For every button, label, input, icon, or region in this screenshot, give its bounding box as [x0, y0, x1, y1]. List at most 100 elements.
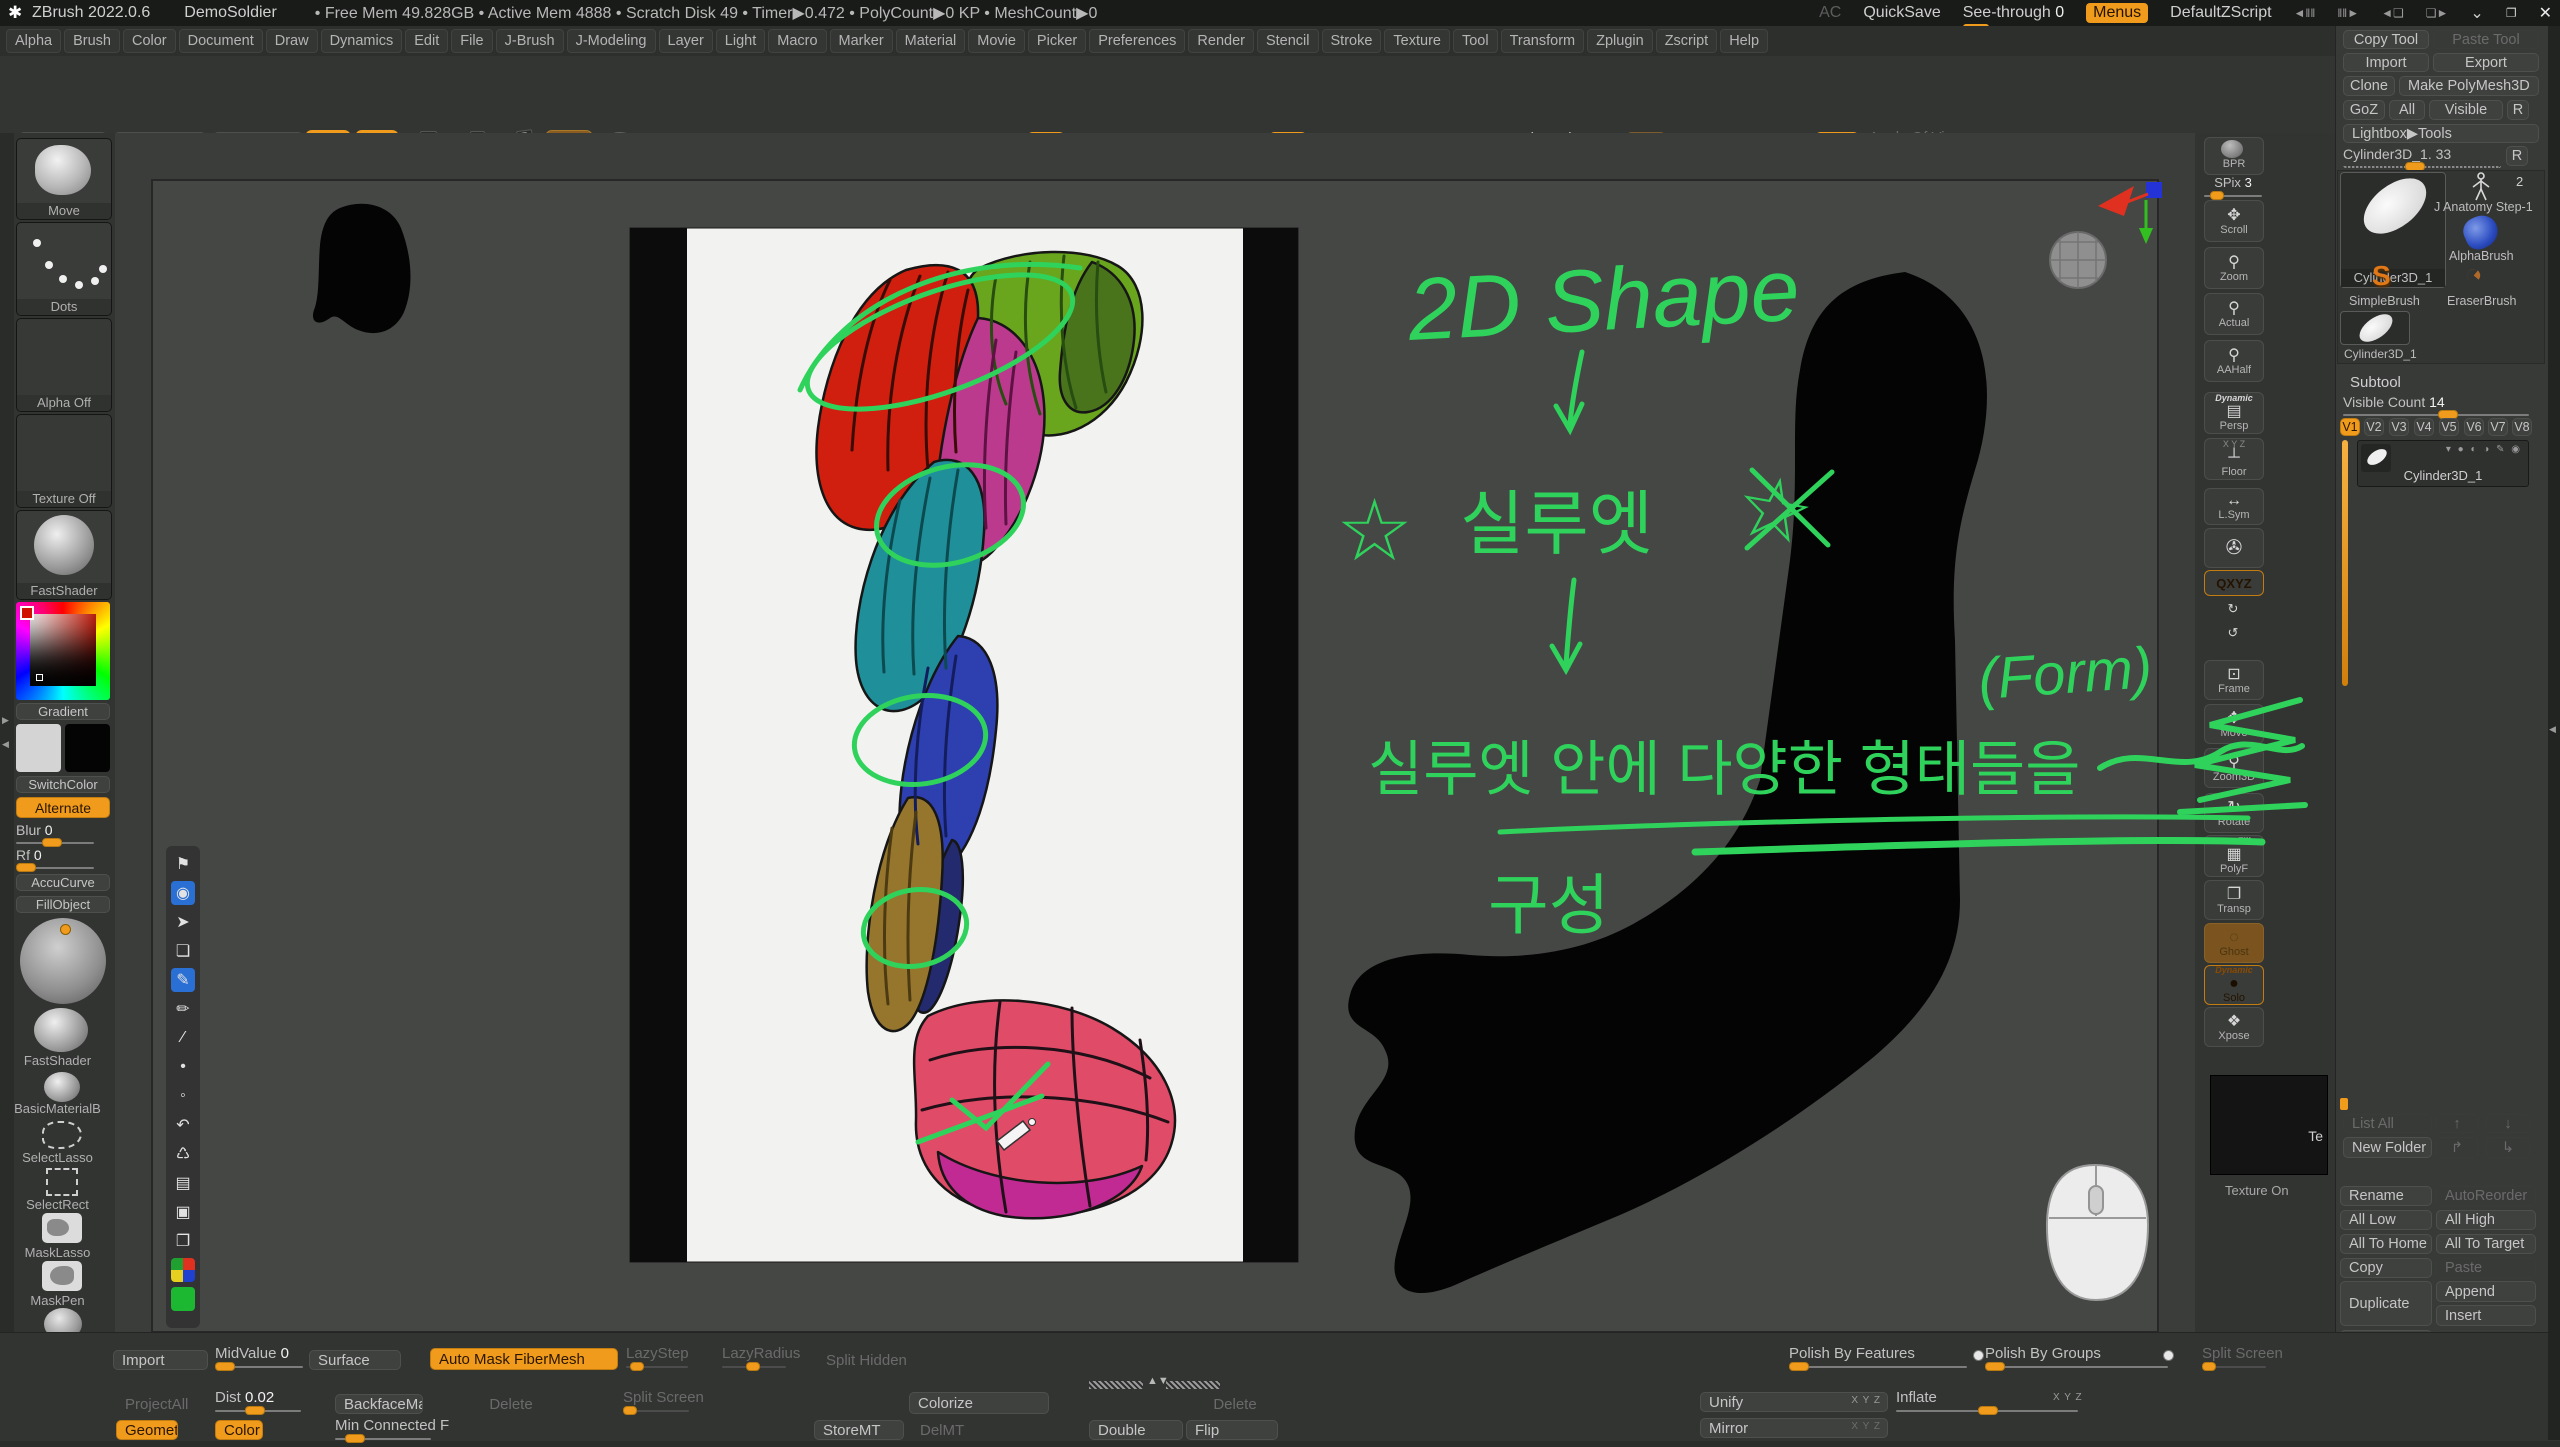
all-high-button[interactable]: All High — [2436, 1210, 2536, 1230]
goz-visible-button[interactable]: Visible — [2429, 100, 2503, 120]
subtool-tab-v2[interactable]: V2 — [2364, 418, 2384, 436]
lsym-button[interactable]: ↔L.Sym — [2204, 488, 2264, 525]
subtool-tab-v6[interactable]: V6 — [2464, 418, 2484, 436]
sculpt-canvas[interactable] — [115, 133, 2195, 1332]
menu-file[interactable]: File — [451, 29, 492, 53]
menu-alpha[interactable]: Alpha — [6, 29, 61, 53]
solo-button[interactable]: Dynamic●Solo — [2204, 965, 2264, 1005]
polish-groups-toggle[interactable] — [2163, 1350, 2174, 1361]
tool-slider[interactable]: Cylinder3D_1. 33 — [2343, 146, 2501, 168]
alternate-button[interactable]: Alternate — [16, 797, 110, 818]
lightbox-tools-button[interactable]: Lightbox▶Tools — [2343, 124, 2539, 143]
scroll-button[interactable]: ✥Scroll — [2204, 200, 2264, 242]
fillobject-button[interactable]: FillObject — [16, 896, 110, 913]
cursor-icon[interactable]: ➤ — [171, 910, 195, 934]
menus-button[interactable]: Menus — [2086, 3, 2148, 23]
eraserbrush-label[interactable]: EraserBrush — [2447, 294, 2516, 308]
auto-mask-fibermesh-button[interactable]: Auto Mask FiberMesh — [430, 1348, 618, 1370]
menu-marker[interactable]: Marker — [830, 29, 893, 53]
menu-zplugin[interactable]: Zplugin — [1587, 29, 1653, 53]
menu-draw[interactable]: Draw — [266, 29, 318, 53]
goz-button[interactable]: GoZ — [2343, 100, 2385, 120]
geometry-button[interactable]: Geometry — [116, 1420, 178, 1440]
undo-icon[interactable]: ↶ — [171, 1113, 195, 1137]
ghost-button[interactable]: ◌Ghost — [2204, 923, 2264, 963]
menu-layer[interactable]: Layer — [659, 29, 713, 53]
zoom3d-button[interactable]: ⚲Zoom3D — [2204, 748, 2264, 788]
simplebrush-label[interactable]: SimpleBrush — [2349, 294, 2420, 308]
floor-button[interactable]: X Y Z┴Floor — [2204, 438, 2264, 480]
menu-color[interactable]: Color — [123, 29, 176, 53]
selectrect-icon[interactable] — [46, 1168, 78, 1196]
bpr-button[interactable]: BPR — [2204, 137, 2264, 175]
import-tool-button[interactable]: Import — [2343, 53, 2429, 72]
stroke-thumb-dots[interactable]: Dots — [16, 222, 112, 316]
polyframe-button[interactable]: Line Fill▦PolyF — [2204, 835, 2264, 877]
trash-icon[interactable]: ♺ — [171, 1142, 195, 1166]
palette-icon[interactable] — [171, 1258, 195, 1282]
divider-right-icon[interactable]: ‖‖► — [2337, 6, 2359, 20]
main-color-swatch[interactable] — [20, 606, 34, 620]
surface-button[interactable]: Surface — [309, 1350, 401, 1370]
visible-count-slider[interactable]: Visible Count 14 — [2343, 394, 2529, 416]
goz-all-button[interactable]: All — [2389, 100, 2425, 120]
restore-button[interactable]: ❐ — [2506, 6, 2517, 20]
insert-button[interactable]: Insert — [2436, 1305, 2536, 1326]
polish-features-toggle[interactable] — [1973, 1350, 1984, 1361]
rename-button[interactable]: Rename — [2340, 1186, 2432, 1206]
spix-slider[interactable]: SPix 3 — [2204, 175, 2262, 197]
subtool-item-icons[interactable]: ▾ ● ◐ ◑ ✎ ◉ — [2446, 444, 2522, 455]
double-button[interactable]: Double — [1089, 1420, 1183, 1440]
subtool-tab-v3[interactable]: V3 — [2389, 418, 2409, 436]
camera-lock-button[interactable]: ✇ — [2204, 528, 2264, 568]
brush-thumb-move[interactable]: Move — [16, 138, 112, 220]
right-divider-icon[interactable]: ◀ — [2549, 724, 2556, 735]
pencil-icon[interactable]: ✏ — [171, 997, 195, 1021]
export-tool-button[interactable]: Export — [2433, 53, 2539, 72]
move3d-button[interactable]: ✥Move — [2204, 704, 2264, 744]
color-picker[interactable] — [16, 602, 110, 700]
note-icon[interactable]: ▤ — [171, 1171, 195, 1195]
masklasso-icon[interactable] — [42, 1213, 82, 1243]
new-folder-button[interactable]: New Folder — [2343, 1137, 2432, 1158]
subtool-header[interactable]: Subtool — [2350, 374, 2401, 391]
texture-thumb[interactable]: Texture Off — [16, 414, 112, 508]
menu-light[interactable]: Light — [716, 29, 765, 53]
min-connected-slider[interactable]: Min Connected F — [335, 1418, 431, 1440]
subtool-scrollbar[interactable] — [2342, 440, 2348, 686]
all-to-home-button[interactable]: All To Home — [2340, 1234, 2432, 1254]
texture-on-button[interactable]: Texture On — [2225, 1183, 2289, 1198]
menu-dynamics[interactable]: Dynamics — [321, 29, 403, 53]
texture-thumbnail[interactable]: Te — [2210, 1075, 2328, 1175]
append-button[interactable]: Append — [2436, 1281, 2536, 1302]
current-tool-thumb[interactable]: Cylinder3D_1 — [2340, 172, 2446, 288]
zoom-button[interactable]: ⚲Zoom — [2204, 247, 2264, 289]
menu-document[interactable]: Document — [179, 29, 263, 53]
color-swatch-dark[interactable] — [65, 724, 110, 772]
rotate3d-button[interactable]: ↻Rotate — [2204, 793, 2264, 833]
menu-zscript[interactable]: Zscript — [1656, 29, 1718, 53]
subtool-tab-v7[interactable]: V7 — [2488, 418, 2508, 436]
accucurve-button[interactable]: AccuCurve — [16, 874, 110, 891]
frame-button[interactable]: ⊡Frame — [2204, 660, 2264, 700]
storemt-button[interactable]: StoreMT — [814, 1420, 904, 1440]
default-zscript-button[interactable]: DefaultZScript — [2170, 4, 2271, 22]
menu-stroke[interactable]: Stroke — [1322, 29, 1382, 53]
switchcolor-button[interactable]: SwitchColor — [16, 776, 110, 793]
pages-icon[interactable]: ❐ — [171, 1229, 195, 1253]
menu-movie[interactable]: Movie — [968, 29, 1025, 53]
polish-groups-slider[interactable]: Polish By Groups — [1985, 1346, 2168, 1368]
eye-icon[interactable]: ◉ — [171, 881, 195, 905]
light-dot[interactable] — [60, 924, 71, 935]
qxyz-button[interactable]: QXYZ — [2204, 570, 2264, 596]
tuck-right-icon[interactable]: ❏► — [2426, 6, 2449, 20]
menu-transform[interactable]: Transform — [1501, 29, 1585, 53]
menu-edit[interactable]: Edit — [405, 29, 448, 53]
backfacemask-button[interactable]: BackfaceMask — [335, 1394, 423, 1414]
menu-macro[interactable]: Macro — [768, 29, 826, 53]
anatomy-figure-icon[interactable] — [2468, 172, 2494, 202]
material-basic-icon[interactable] — [44, 1072, 80, 1102]
all-low-button[interactable]: All Low — [2340, 1210, 2432, 1230]
subtool-tab-v8[interactable]: V8 — [2512, 418, 2532, 436]
material-thumb-fastshader[interactable]: FastShader — [16, 510, 112, 600]
